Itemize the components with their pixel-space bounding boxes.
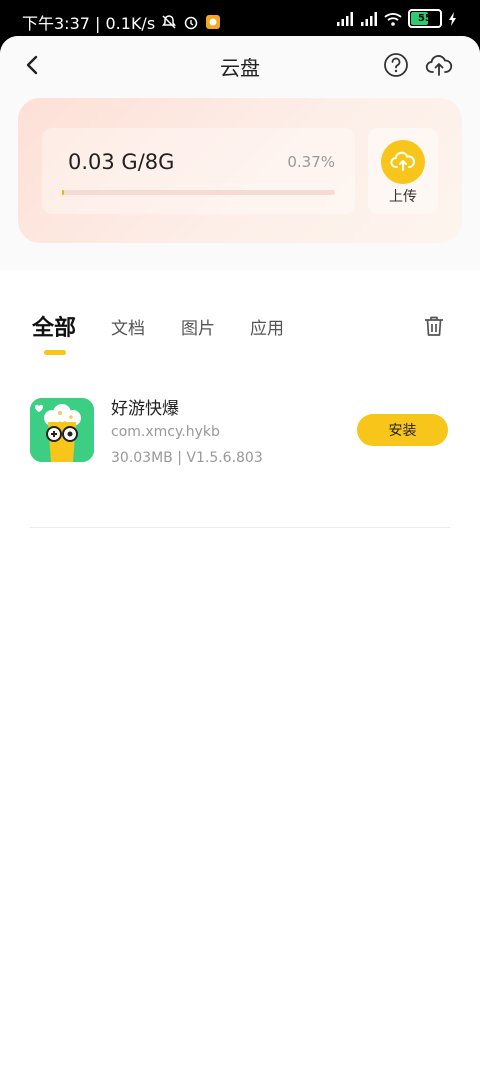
app-notification-icon	[205, 14, 221, 30]
question-circle-icon[interactable]	[382, 51, 410, 79]
storage-progress-bar	[62, 190, 335, 195]
cloud-drive-screen: 云盘 0.03 G/8G 0.37% 上传 全部 文档 图片 应用 好游快爆 c…	[0, 36, 480, 1067]
tab-images[interactable]: 图片	[181, 314, 215, 339]
storage-usage-panel: 0.03 G/8G 0.37%	[42, 128, 355, 214]
active-tab-indicator	[44, 350, 66, 355]
storage-progress-fill	[62, 190, 64, 195]
signal-icon	[336, 11, 354, 26]
tab-apps[interactable]: 应用	[250, 314, 284, 339]
charging-icon	[448, 11, 458, 26]
upload-button[interactable]: 上传	[368, 128, 438, 214]
file-name: 好游快爆	[111, 399, 179, 419]
storage-usage-text: 0.03 G/8G	[68, 150, 175, 174]
storage-card: 0.03 G/8G 0.37% 上传	[18, 98, 462, 243]
alarm-icon	[183, 14, 199, 30]
signal-icon-2	[360, 11, 378, 26]
cloud-upload-icon[interactable]	[424, 50, 454, 80]
status-bar: 下午3:37 | 0.1K/s 55	[0, 0, 480, 40]
app-icon	[30, 398, 94, 462]
wifi-icon	[384, 12, 402, 26]
storage-usage-percent: 0.37%	[287, 153, 335, 171]
upload-label: 上传	[389, 189, 417, 205]
file-meta: 30.03MB | V1.5.6.803	[111, 450, 263, 466]
mute-bell-icon	[161, 14, 177, 30]
file-package: com.xmcy.hykb	[111, 424, 220, 440]
status-time-speed: 下午3:37 | 0.1K/s	[22, 14, 156, 33]
tab-all[interactable]: 全部	[32, 310, 76, 342]
upload-arrow-icon	[381, 140, 425, 184]
category-tabs: 全部 文档 图片 应用	[0, 306, 480, 366]
battery-icon: 55	[408, 9, 442, 28]
divider	[30, 527, 450, 528]
tab-documents[interactable]: 文档	[111, 314, 145, 339]
install-button[interactable]: 安装	[357, 414, 448, 446]
trash-icon[interactable]	[422, 314, 446, 338]
list-item[interactable]: 好游快爆 com.xmcy.hykb 30.03MB | V1.5.6.803 …	[30, 396, 450, 492]
nav-bar: 云盘	[0, 36, 480, 96]
